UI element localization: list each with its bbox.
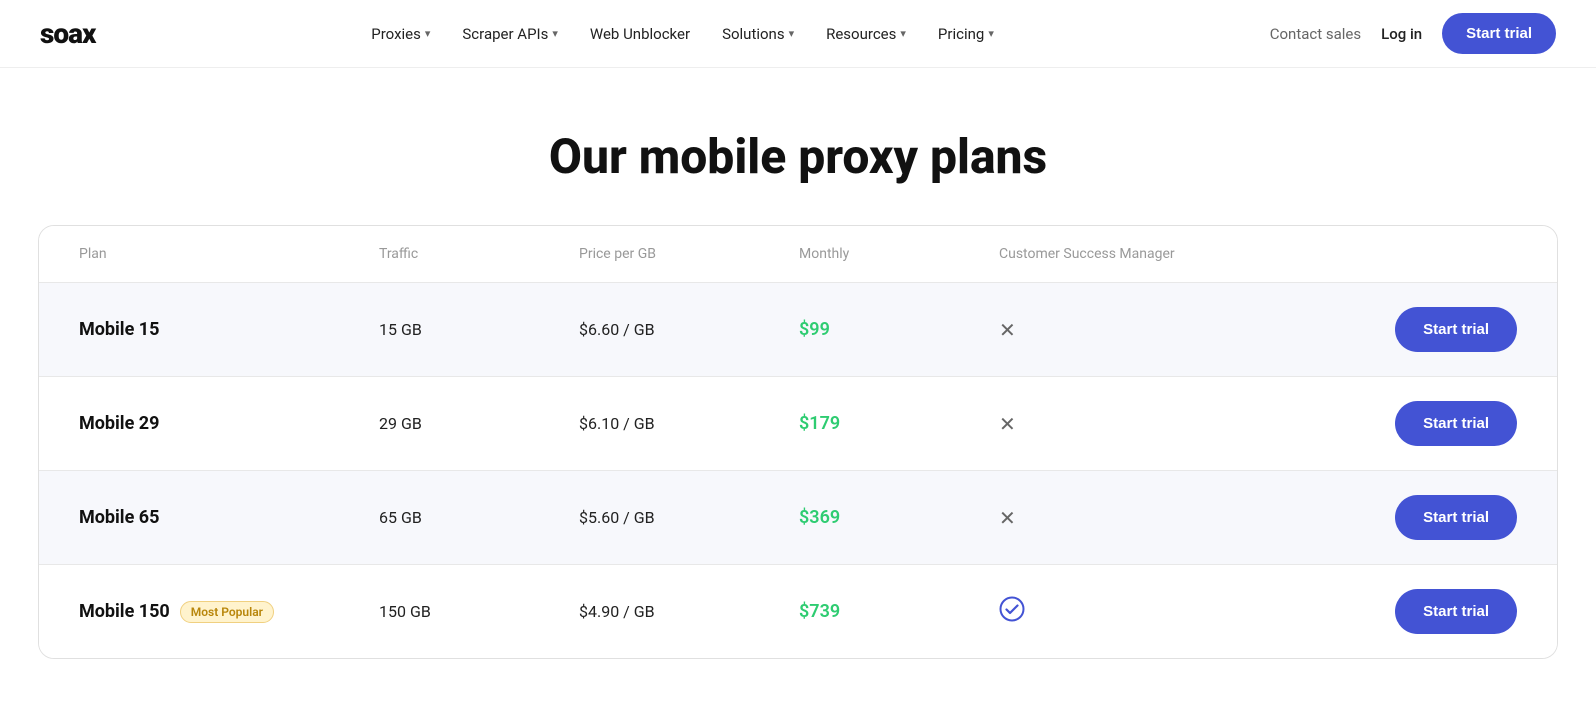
logo[interactable]: soax <box>40 17 95 50</box>
pricing-table: Plan Traffic Price per GB Monthly Custom… <box>38 225 1558 659</box>
col-header-action <box>1317 246 1517 262</box>
nav-item-proxies[interactable]: Proxies ▾ <box>357 17 444 51</box>
plan-name: Mobile 150 Most Popular <box>79 601 379 623</box>
nav-right: Contact sales Log in Start trial <box>1270 13 1556 54</box>
plan-name: Mobile 29 <box>79 413 379 434</box>
action-cell: Start trial <box>1317 589 1517 634</box>
page-title: Our mobile proxy plans <box>20 128 1576 185</box>
chevron-down-icon: ▾ <box>900 27 906 40</box>
traffic-value: 29 GB <box>379 414 579 433</box>
start-trial-button[interactable]: Start trial <box>1395 495 1517 540</box>
traffic-value: 150 GB <box>379 602 579 621</box>
login-link[interactable]: Log in <box>1381 25 1422 43</box>
col-header-monthly: Monthly <box>799 246 999 262</box>
nav-item-web-unblocker[interactable]: Web Unblocker <box>576 17 704 51</box>
nav-item-solutions[interactable]: Solutions ▾ <box>708 17 808 51</box>
price-per-gb: $4.90 / GB <box>579 602 799 621</box>
table-row: Mobile 65 65 GB $5.60 / GB $369 ✕ Start … <box>39 470 1557 564</box>
monthly-price: $179 <box>799 413 999 434</box>
nav-item-scraper-apis[interactable]: Scraper APIs ▾ <box>448 17 572 51</box>
plan-name: Mobile 15 <box>79 319 379 340</box>
table-row: Mobile 29 29 GB $6.10 / GB $179 ✕ Start … <box>39 376 1557 470</box>
table-row: Mobile 150 Most Popular 150 GB $4.90 / G… <box>39 564 1557 658</box>
chevron-down-icon: ▾ <box>552 27 558 40</box>
cross-icon: ✕ <box>999 412 1016 436</box>
start-trial-button[interactable]: Start trial <box>1395 401 1517 446</box>
chevron-down-icon: ▾ <box>789 27 795 40</box>
contact-sales-link[interactable]: Contact sales <box>1270 25 1361 43</box>
page-title-section: Our mobile proxy plans <box>0 68 1596 225</box>
col-header-plan: Plan <box>79 246 379 262</box>
csm-status <box>999 596 1317 628</box>
price-per-gb: $5.60 / GB <box>579 508 799 527</box>
cross-icon: ✕ <box>999 318 1016 342</box>
monthly-price: $99 <box>799 319 999 340</box>
start-trial-button[interactable]: Start trial <box>1395 307 1517 352</box>
chevron-down-icon: ▾ <box>988 27 994 40</box>
csm-status: ✕ <box>999 412 1317 436</box>
col-header-csm: Customer Success Manager <box>999 246 1317 262</box>
price-per-gb: $6.60 / GB <box>579 320 799 339</box>
pricing-section: Plan Traffic Price per GB Monthly Custom… <box>18 225 1578 719</box>
table-header: Plan Traffic Price per GB Monthly Custom… <box>39 226 1557 282</box>
monthly-price: $369 <box>799 507 999 528</box>
price-per-gb: $6.10 / GB <box>579 414 799 433</box>
action-cell: Start trial <box>1317 307 1517 352</box>
navbar: soax Proxies ▾ Scraper APIs ▾ Web Unbloc… <box>0 0 1596 68</box>
nav-item-pricing[interactable]: Pricing ▾ <box>924 17 1008 51</box>
nav-links: Proxies ▾ Scraper APIs ▾ Web Unblocker S… <box>357 17 1008 51</box>
plan-name: Mobile 65 <box>79 507 379 528</box>
cross-icon: ✕ <box>999 506 1016 530</box>
col-header-price-gb: Price per GB <box>579 246 799 262</box>
action-cell: Start trial <box>1317 495 1517 540</box>
start-trial-button[interactable]: Start trial <box>1395 589 1517 634</box>
action-cell: Start trial <box>1317 401 1517 446</box>
csm-status: ✕ <box>999 318 1317 342</box>
monthly-price: $739 <box>799 601 999 622</box>
csm-status: ✕ <box>999 506 1317 530</box>
traffic-value: 15 GB <box>379 320 579 339</box>
nav-item-resources[interactable]: Resources ▾ <box>812 17 920 51</box>
most-popular-badge: Most Popular <box>180 601 274 623</box>
check-icon <box>999 596 1025 628</box>
table-row: Mobile 15 15 GB $6.60 / GB $99 ✕ Start t… <box>39 282 1557 376</box>
traffic-value: 65 GB <box>379 508 579 527</box>
col-header-traffic: Traffic <box>379 246 579 262</box>
chevron-down-icon: ▾ <box>425 27 431 40</box>
nav-start-trial-button[interactable]: Start trial <box>1442 13 1556 54</box>
